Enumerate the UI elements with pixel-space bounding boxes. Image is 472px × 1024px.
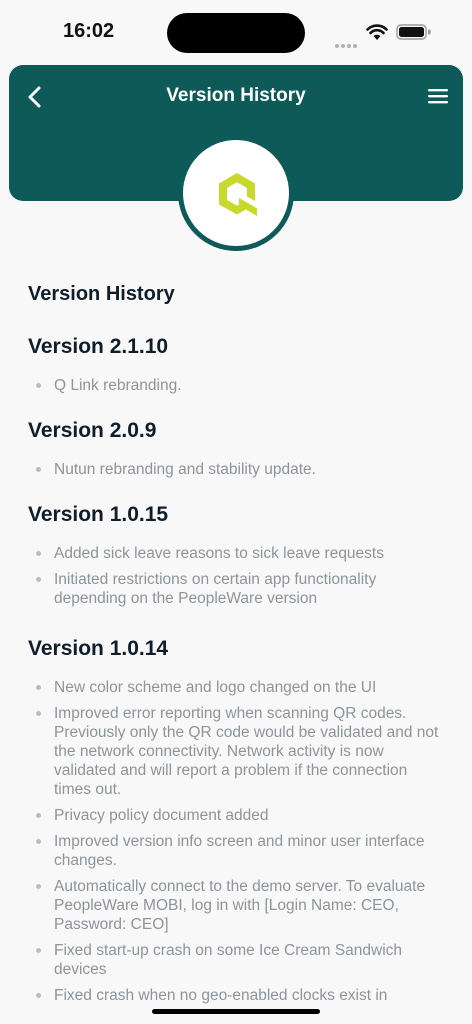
release-note: Improved error reporting when scanning Q…: [28, 704, 448, 799]
app-logo-badge: [178, 135, 294, 251]
release-note: Q Link rebranding.: [28, 376, 448, 395]
version-notes: Added sick leave reasons to sick leave r…: [28, 544, 448, 608]
wifi-icon: [366, 24, 388, 40]
q-link-logo-icon: [219, 173, 257, 216]
release-note: New color scheme and logo changed on the…: [28, 678, 448, 697]
status-time: 16:02: [63, 20, 115, 42]
version-title: Version 1.0.15: [28, 503, 169, 526]
version-history-content: Version History Version 2.1.10 Q Link re…: [28, 280, 448, 1005]
status-bar: 16:02: [0, 0, 472, 64]
release-note: Nutun rebranding and stability update.: [28, 460, 448, 479]
version-title: Version 2.0.9: [28, 419, 157, 442]
version-notes: Nutun rebranding and stability update.: [28, 460, 448, 479]
hamburger-menu-icon[interactable]: [427, 87, 449, 105]
release-note: Automatically connect to the demo server…: [28, 877, 448, 934]
release-note: Initiated restrictions on certain app fu…: [28, 570, 448, 608]
home-indicator[interactable]: [152, 1009, 320, 1014]
release-note: Fixed crash when no geo-enabled clocks e…: [28, 986, 448, 1005]
release-note: Improved version info screen and minor u…: [28, 832, 448, 870]
version-title: Version 1.0.14: [28, 637, 169, 660]
version-title: Version 2.1.10: [28, 335, 169, 358]
release-note: Added sick leave reasons to sick leave r…: [28, 544, 448, 563]
page-heading: Version History: [28, 283, 175, 305]
battery-icon: [396, 24, 431, 40]
version-notes: Q Link rebranding.: [28, 376, 448, 395]
cellular-signal-icon: [335, 35, 359, 48]
release-note: Fixed start-up crash on some Ice Cream S…: [28, 941, 448, 979]
header-title: Version History: [166, 85, 306, 106]
logo-circle: [183, 140, 289, 246]
version-notes: New color scheme and logo changed on the…: [28, 678, 448, 1005]
dynamic-island: [167, 13, 305, 53]
release-note: Privacy policy document added: [28, 806, 448, 825]
